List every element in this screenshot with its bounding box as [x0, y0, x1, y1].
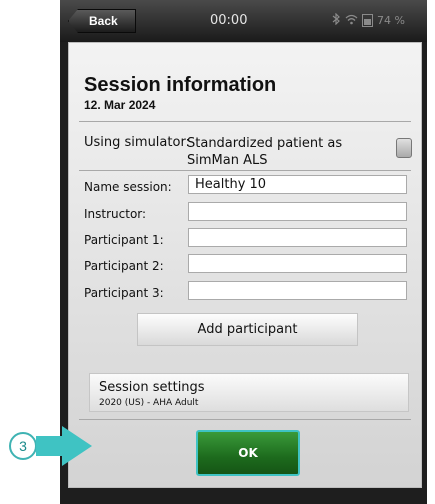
step-arrow-icon — [36, 426, 92, 466]
participant-2-field[interactable] — [188, 254, 407, 273]
simulator-label: Using simulator: — [84, 135, 190, 150]
status-bar: Back 00:00 74 % — [60, 0, 427, 42]
session-settings-title: Session settings — [99, 380, 205, 395]
name-session-field[interactable]: Healthy 10 — [188, 175, 407, 194]
name-session-label: Name session: — [84, 180, 172, 194]
participant-2-label: Participant 2: — [84, 259, 164, 273]
session-settings-subtitle: 2020 (US) - AHA Adult — [99, 398, 199, 408]
status-icons: 74 % — [332, 12, 405, 28]
session-date: 12. Mar 2024 — [84, 98, 156, 112]
participant-1-field[interactable] — [188, 228, 407, 247]
divider — [79, 170, 411, 171]
simulator-checkbox[interactable] — [396, 138, 412, 158]
battery-icon — [362, 14, 373, 27]
session-settings-card[interactable]: Session settings 2020 (US) - AHA Adult — [89, 373, 409, 412]
participant-3-field[interactable] — [188, 281, 407, 300]
participant-3-label: Participant 3: — [84, 286, 164, 300]
ok-button[interactable]: OK — [196, 430, 300, 476]
page-title: Session information — [84, 74, 277, 96]
divider — [79, 121, 411, 122]
simulator-value: Standardized patient as SimMan ALS — [187, 136, 343, 168]
participant-1-label: Participant 1: — [84, 233, 164, 247]
wifi-icon — [345, 14, 358, 28]
device-frame: Back 00:00 74 % Session information 12. … — [60, 0, 427, 504]
bluetooth-icon — [332, 12, 341, 28]
session-panel: Session information 12. Mar 2024 Using s… — [68, 42, 422, 488]
add-participant-button[interactable]: Add participant — [137, 313, 358, 346]
step-number-badge: 3 — [9, 432, 37, 460]
clock: 00:00 — [210, 13, 248, 28]
instructor-field[interactable] — [188, 202, 407, 221]
instructor-label: Instructor: — [84, 207, 147, 221]
divider — [79, 419, 411, 420]
back-button[interactable]: Back — [68, 9, 136, 33]
battery-percent: 74 % — [377, 14, 405, 27]
